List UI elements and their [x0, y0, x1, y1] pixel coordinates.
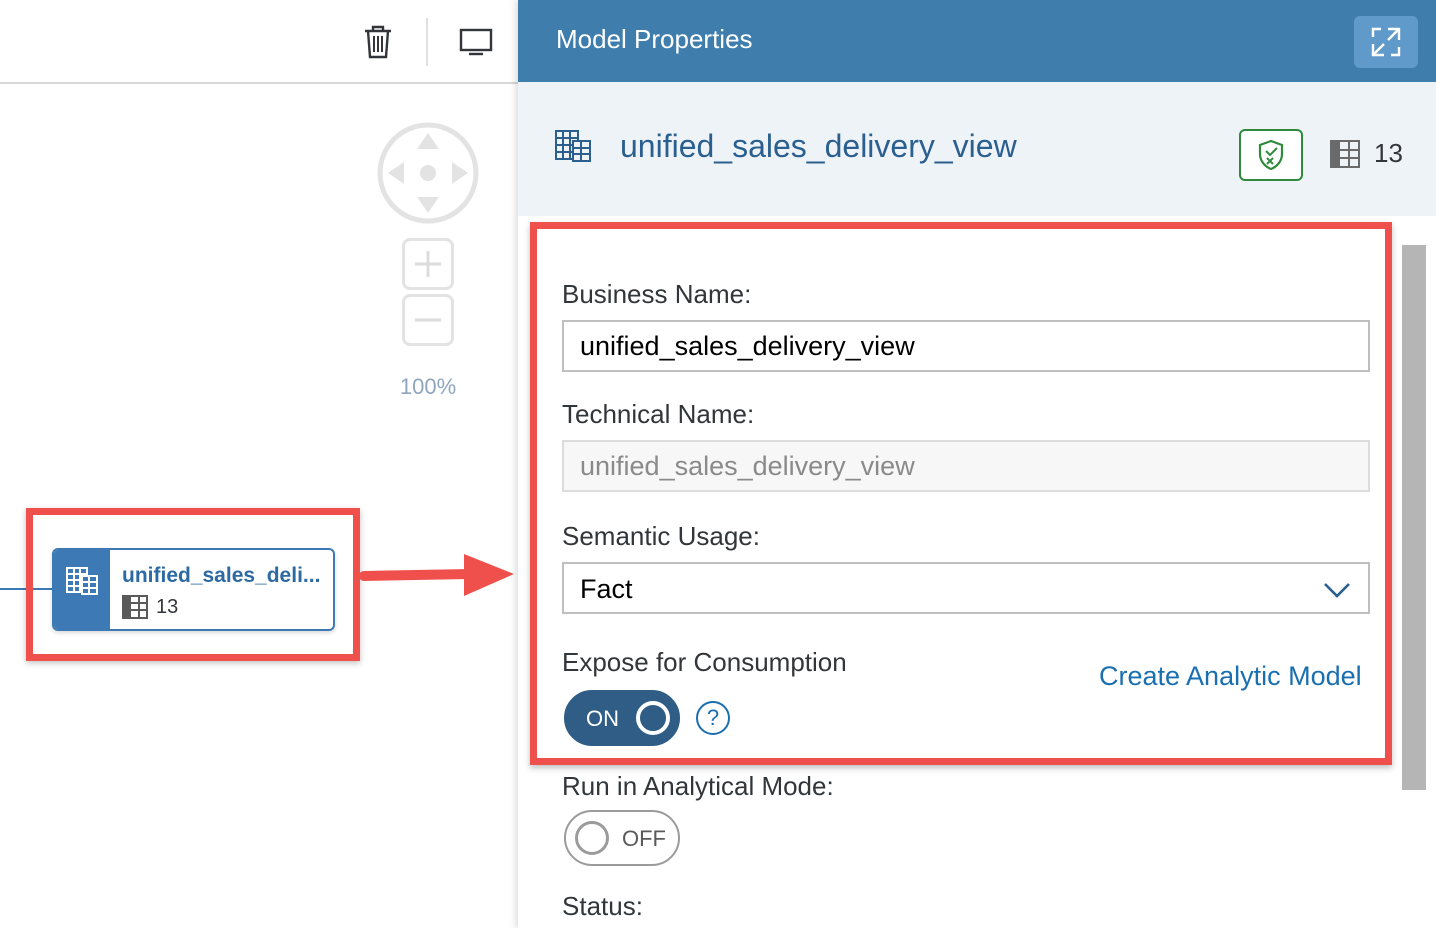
semantic-usage-label: Semantic Usage: [562, 521, 760, 551]
diagram-canvas[interactable]: 100% unified_sales_deli... 13 [0, 0, 518, 928]
model-properties-panel: Model Properties unified_sales_delivery_… [518, 0, 1436, 928]
panel-title: Model Properties [556, 24, 753, 54]
table-view-icon [66, 567, 98, 595]
semantic-usage-select[interactable]: Fact [562, 562, 1370, 614]
plus-icon [415, 251, 441, 277]
toggle-state-off: OFF [622, 826, 666, 851]
table-view-icon [555, 130, 591, 162]
app-root: 100% unified_sales_deli... 13 Model Prop… [0, 0, 1436, 928]
node-icon-area [54, 550, 110, 629]
node-count-value: 13 [156, 595, 179, 618]
toggle-state-on: ON [586, 706, 619, 731]
columns-icon [1330, 139, 1360, 168]
shield-icon [1258, 139, 1284, 171]
columns-icon [122, 595, 148, 619]
object-name: unified_sales_delivery_view [620, 128, 1017, 164]
analytical-mode-toggle[interactable]: OFF [564, 810, 680, 866]
pan-navigation-icon[interactable] [376, 121, 480, 225]
expose-consumption-label: Expose for Consumption [562, 647, 847, 677]
object-count-value: 13 [1374, 138, 1403, 168]
expand-button[interactable] [1354, 16, 1418, 68]
expand-icon [1371, 27, 1401, 57]
object-header: unified_sales_delivery_view 13 [518, 82, 1436, 216]
object-column-count: 13 [1330, 138, 1403, 169]
panel-scrollbar[interactable] [1402, 245, 1426, 790]
panel-header: Model Properties [518, 0, 1436, 82]
semantic-usage-value: Fact [580, 574, 633, 604]
privacy-shield-button[interactable] [1239, 129, 1303, 181]
technical-name-input[interactable] [562, 440, 1370, 492]
help-glyph: ? [706, 705, 720, 730]
toggle-knob [636, 701, 670, 735]
chevron-down-icon [1324, 583, 1350, 598]
toggle-knob [575, 821, 609, 855]
zoom-level: 100% [399, 374, 457, 399]
toolbar-separator [426, 18, 428, 66]
status-label: Status: [562, 891, 643, 921]
zoom-out-button[interactable] [402, 294, 454, 346]
minus-icon [415, 318, 441, 322]
monitor-icon[interactable] [456, 22, 496, 62]
expose-consumption-toggle[interactable]: ON [564, 690, 680, 746]
trash-icon[interactable] [358, 22, 398, 62]
node-column-count: 13 [122, 595, 178, 619]
diagram-node[interactable]: unified_sales_deli... 13 [52, 548, 335, 631]
node-title: unified_sales_deli... [122, 564, 321, 587]
help-icon[interactable]: ? [696, 701, 730, 735]
technical-name-label: Technical Name: [562, 399, 755, 429]
arrow-icon [360, 554, 514, 596]
business-name-label: Business Name: [562, 279, 752, 309]
zoom-in-button[interactable] [402, 238, 454, 290]
analytical-mode-label: Run in Analytical Mode: [562, 771, 834, 801]
canvas-toolbar [0, 0, 518, 84]
business-name-input[interactable] [562, 320, 1370, 372]
create-analytic-model-link[interactable]: Create Analytic Model [1099, 661, 1362, 692]
